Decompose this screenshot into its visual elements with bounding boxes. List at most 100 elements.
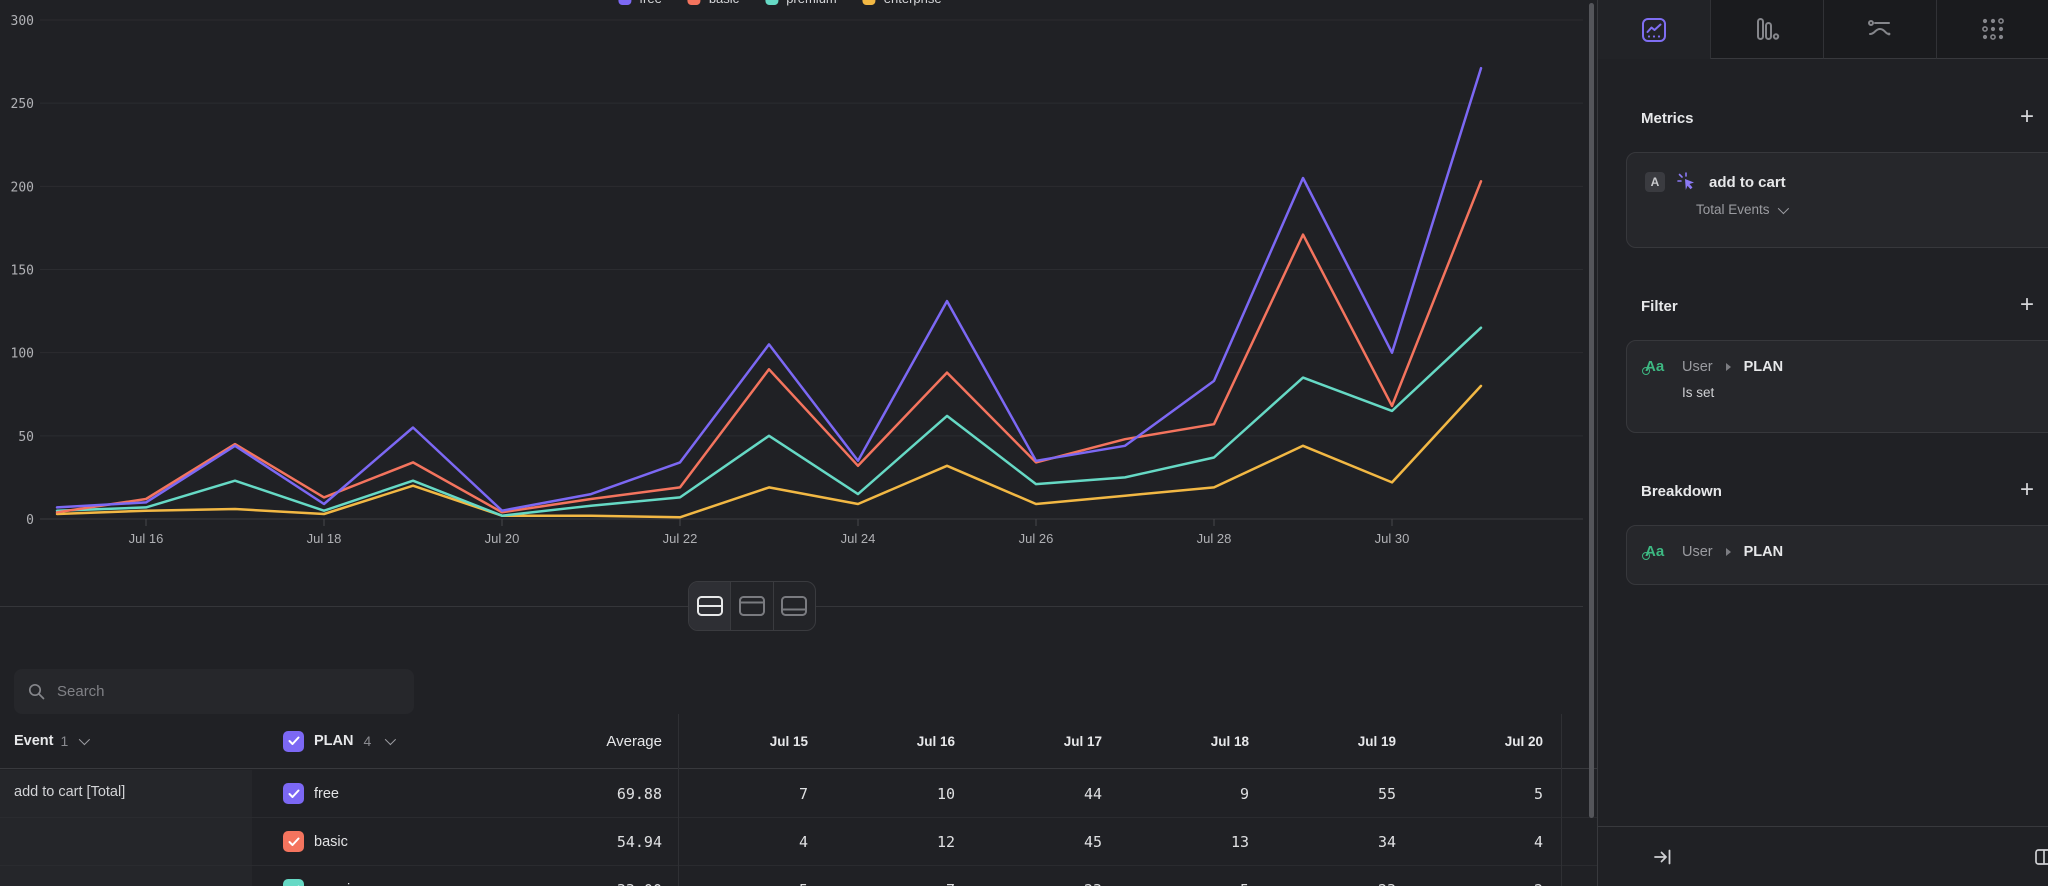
column-divider <box>678 714 679 886</box>
breakdown-scope: User <box>1682 544 1713 560</box>
add-filter-button[interactable]: + <box>2016 295 2038 317</box>
metrics-heading: Metrics <box>1641 110 1694 127</box>
filter-operator[interactable]: Is set <box>1682 385 2039 400</box>
flows-icon <box>1866 15 1894 43</box>
y-axis-label: 50 <box>18 430 34 445</box>
metric-card[interactable]: A add to cart Total Events <box>1626 152 2048 248</box>
metric-measure-dropdown[interactable]: Total Events <box>1696 202 2039 217</box>
x-axis-label: Jul 16 <box>129 531 164 546</box>
legend-item-basic[interactable]: basic <box>688 0 739 6</box>
line-chart: 050100150200250300Jul 16Jul 18Jul 20Jul … <box>0 0 1597 560</box>
group-column-header[interactable]: PLAN 4 <box>283 731 510 752</box>
legend-item-free[interactable]: free <box>618 0 661 6</box>
plan-select-all-checkbox[interactable] <box>283 731 304 752</box>
view-toggle-group <box>688 581 816 631</box>
row-average: 69.88 <box>510 785 662 803</box>
y-axis-label: 200 <box>11 180 34 195</box>
add-breakdown-button[interactable]: + <box>2016 480 2038 502</box>
row-value: 2 <box>1413 881 1560 886</box>
row-value: 10 <box>825 785 972 803</box>
filter-scope: User <box>1682 359 1713 375</box>
row-label: free <box>314 786 339 802</box>
filter-heading: Filter <box>1641 298 1678 315</box>
row-value: 5 <box>1413 785 1560 803</box>
chart-only-view-icon <box>739 596 765 616</box>
legend-label: free <box>639 0 661 6</box>
date-column-header: Jul 18 <box>1119 734 1266 749</box>
sidebar-footer-divider <box>1598 826 2048 827</box>
breakdown-card[interactable]: Aa User PLAN <box>1626 525 2048 585</box>
x-axis-label: Jul 26 <box>1019 531 1054 546</box>
row-value: 4 <box>1413 833 1560 851</box>
x-axis-label: Jul 24 <box>841 531 876 546</box>
table-row-free[interactable]: free 69.88 710449555 <box>0 770 1597 818</box>
x-axis-label: Jul 20 <box>485 531 520 546</box>
insights-line-chart-icon <box>1640 16 1668 44</box>
series-line-free <box>57 68 1481 511</box>
chart-legend: free basic premium enterprise <box>618 0 941 6</box>
y-axis-label: 100 <box>11 347 34 362</box>
row-value: 23 <box>972 881 1119 886</box>
chevron-down-icon <box>79 734 90 745</box>
row-label: basic <box>314 834 348 850</box>
legend-swatch <box>688 0 701 5</box>
chart-only-view-button[interactable] <box>730 582 772 630</box>
text-property-icon: Aa <box>1645 358 1671 375</box>
column-divider <box>1561 714 1562 886</box>
row-value: 12 <box>825 833 972 851</box>
split-panes-icon[interactable] <box>2034 847 2048 867</box>
filter-property: PLAN <box>1744 359 1783 375</box>
legend-swatch <box>618 0 631 5</box>
plan-header-count: 4 <box>363 733 371 749</box>
table-only-view-icon <box>781 596 807 616</box>
legend-swatch <box>863 0 876 5</box>
event-column-header[interactable]: Event 1 <box>0 733 283 749</box>
tab-insights-line-chart[interactable] <box>1598 0 1711 59</box>
date-column-header: Jul 16 <box>825 734 972 749</box>
collapse-panel-icon[interactable] <box>1653 847 1673 867</box>
row-value: 23 <box>1266 881 1413 886</box>
split-view-button[interactable] <box>689 582 730 630</box>
tab-more-apps[interactable] <box>1937 0 2048 59</box>
x-axis-label: Jul 18 <box>307 531 342 546</box>
search-icon <box>28 683 45 700</box>
more-apps-icon <box>1979 15 2007 43</box>
table-row-premium[interactable]: premium 33.00 57235232 <box>0 866 1597 886</box>
text-property-icon: Aa <box>1645 543 1671 560</box>
row-value: 9 <box>1119 785 1266 803</box>
row-checkbox-basic[interactable] <box>283 831 304 852</box>
row-value: 44 <box>972 785 1119 803</box>
row-label: premium <box>314 882 370 886</box>
row-value: 7 <box>678 785 825 803</box>
event-header-label: Event <box>14 733 54 749</box>
legend-item-premium[interactable]: premium <box>765 0 837 6</box>
row-checkbox-premium[interactable] <box>283 879 304 886</box>
row-checkbox-free[interactable] <box>283 783 304 804</box>
date-column-header: Jul 17 <box>972 734 1119 749</box>
search-input[interactable]: Search <box>14 669 414 714</box>
table-row-basic[interactable]: basic 54.94 4124513344 <box>0 818 1597 866</box>
split-view-icon <box>697 596 723 616</box>
table-only-view-button[interactable] <box>773 582 815 630</box>
chevron-right-icon <box>1726 363 1731 371</box>
tab-bar-chart[interactable] <box>1711 0 1824 59</box>
x-axis-label: Jul 28 <box>1197 531 1232 546</box>
table-header-row: Event 1 PLAN 4 Average Jul 15Jul 16Jul 1… <box>0 714 1597 769</box>
row-average: 33.00 <box>510 881 662 886</box>
date-column-header: Jul 15 <box>678 734 825 749</box>
metric-event-name: add to cart <box>1709 174 1786 191</box>
vertical-scrollbar[interactable] <box>1589 3 1594 818</box>
tab-flows[interactable] <box>1824 0 1937 59</box>
add-metric-button[interactable]: + <box>2016 107 2038 129</box>
x-axis-label: Jul 30 <box>1375 531 1410 546</box>
date-column-header: Jul 20 <box>1413 734 1560 749</box>
row-value: 7 <box>825 881 972 886</box>
filter-card[interactable]: Aa User PLAN Is set <box>1626 340 2048 433</box>
chevron-down-icon <box>385 734 396 745</box>
plan-header-label: PLAN <box>314 733 353 749</box>
chevron-right-icon <box>1726 548 1731 556</box>
x-axis-label: Jul 22 <box>663 531 698 546</box>
legend-item-enterprise[interactable]: enterprise <box>863 0 942 6</box>
event-click-icon <box>1676 171 1698 193</box>
y-axis-label: 150 <box>11 264 34 279</box>
